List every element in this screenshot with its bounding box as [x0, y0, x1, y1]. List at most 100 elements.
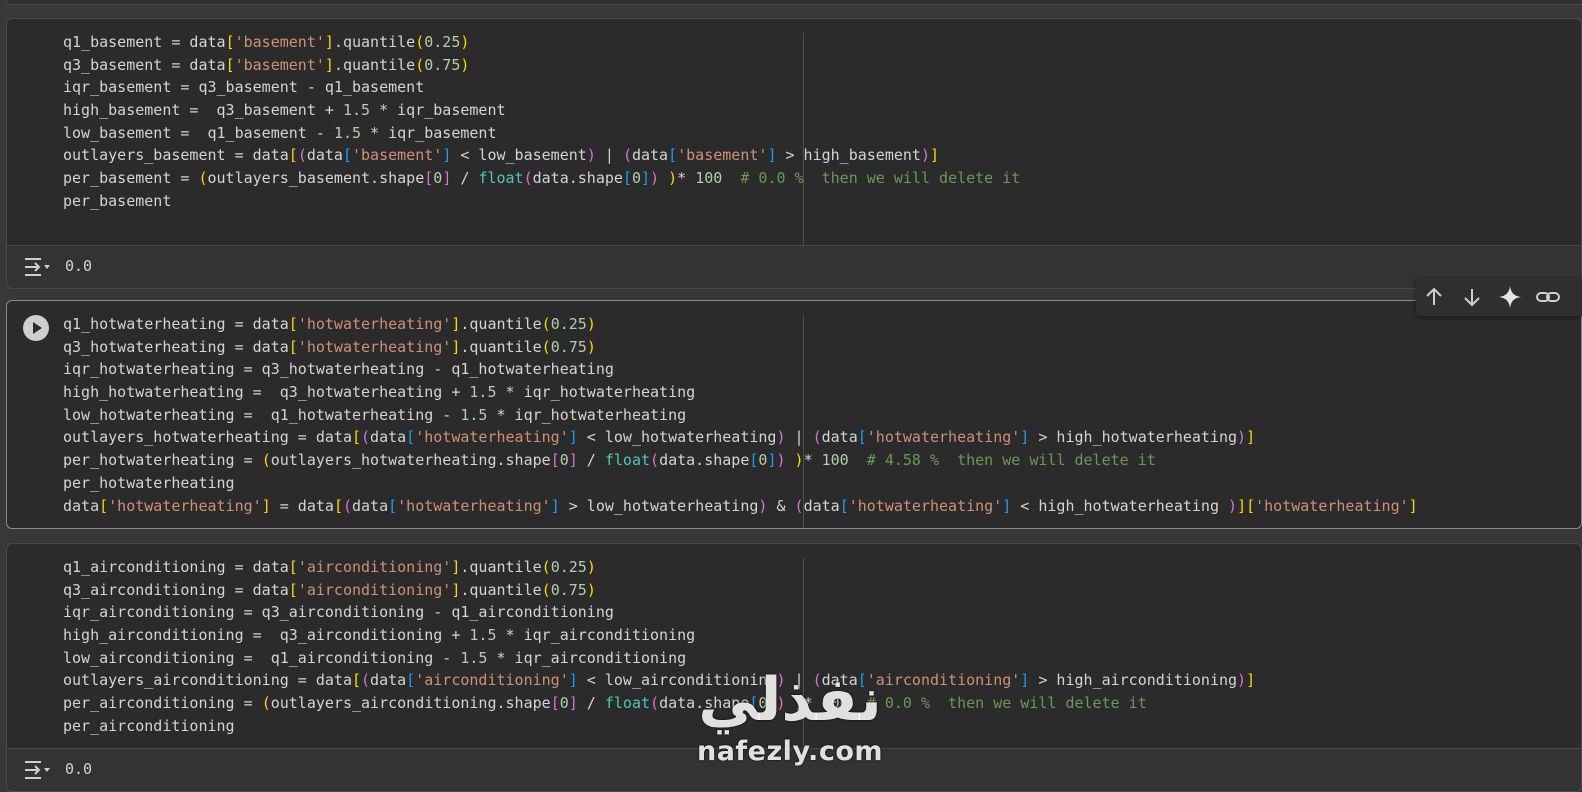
code-token: 'basement'	[234, 55, 325, 74]
code-token: q1_airconditioning = data	[63, 558, 289, 576]
code-token: high_airconditioning = q3_airconditionin…	[63, 626, 470, 645]
code-token: data	[821, 428, 858, 447]
code-token: ]	[442, 169, 452, 188]
arrow-up-icon[interactable]	[1420, 283, 1448, 311]
code-token: 100	[695, 169, 723, 188]
code-token: )	[1237, 671, 1247, 690]
code-token: ]	[324, 33, 334, 51]
code-token: (	[812, 428, 822, 447]
code-line: per_basement	[63, 190, 1581, 213]
code-token: 1.5	[460, 405, 488, 424]
code-token: )	[920, 146, 930, 165]
code-token: (	[261, 451, 271, 470]
code-token: 1.5	[460, 648, 488, 667]
code-token: 'hotwaterheating'	[108, 496, 262, 515]
code-line: outlayers_hotwaterheating = data[(data['…	[63, 426, 1581, 449]
code-token: [	[1246, 496, 1256, 515]
link-icon[interactable]	[1534, 283, 1562, 311]
code-token: iqr_airconditioning = q3_airconditioning…	[63, 603, 614, 622]
code-token: 1.5	[342, 101, 371, 120]
code-token: per_basement =	[63, 169, 199, 188]
code-line: high_airconditioning = q3_airconditionin…	[63, 624, 1581, 647]
code-cell-hotwaterheating[interactable]: q1_hotwaterheating = data['hotwaterheati…	[6, 300, 1582, 529]
code-token: 'hotwaterheating'	[297, 337, 452, 356]
code-token: data.shape	[532, 169, 623, 188]
code-token: .quantile	[460, 315, 542, 333]
code-token: low_basement = q1_basement -	[63, 123, 334, 142]
run-cell-button[interactable]	[23, 315, 49, 341]
watermark-url: nafezly.com	[696, 736, 884, 767]
code-token: < low_hotwaterheating	[577, 428, 777, 447]
code-token: 'airconditioning'	[297, 558, 452, 576]
code-token: .quantile	[333, 55, 416, 74]
code-token: 'hotwaterheating'	[848, 496, 1003, 515]
code-line: per_basement = (outlayers_basement.shape…	[63, 167, 1581, 190]
code-token: ]	[261, 496, 271, 515]
code-token: 'hotwaterheating'	[397, 496, 551, 515]
code-line: high_basement = q3_basement + 1.5 * iqr_…	[63, 99, 1581, 122]
code-token: .quantile	[460, 337, 542, 356]
code-token: /	[451, 169, 479, 188]
code-token: (	[342, 496, 352, 515]
code-editor[interactable]: q1_hotwaterheating = data['hotwaterheati…	[7, 301, 1581, 528]
code-token: .quantile	[460, 558, 542, 576]
sparkle-icon[interactable]	[1496, 283, 1524, 311]
code-token: (	[523, 169, 533, 188]
code-token: ]	[568, 428, 578, 447]
code-token: [	[288, 580, 298, 599]
watermark-logo: نفذلي nafezly.com	[690, 665, 890, 780]
output-toggle-icon[interactable]	[23, 256, 51, 278]
code-token: 'basement'	[234, 33, 325, 51]
code-token: * iqr_airconditioning	[496, 626, 696, 645]
code-token: ]	[641, 169, 651, 188]
arrow-down-icon[interactable]	[1458, 283, 1486, 311]
output-value: 0.0	[65, 257, 93, 275]
code-token: (	[361, 428, 371, 447]
code-line: q1_hotwaterheating = data['hotwaterheati…	[63, 313, 1581, 336]
code-token: 0	[559, 451, 569, 470]
code-token: low_hotwaterheating = q1_hotwaterheating…	[63, 405, 461, 424]
code-token: * iqr_hotwaterheating	[487, 405, 687, 424]
code-token: &	[767, 496, 795, 515]
code-token: q1_hotwaterheating = data	[63, 315, 289, 333]
code-token: |	[785, 428, 813, 447]
code-token: )	[586, 337, 596, 356]
code-token: data	[631, 146, 669, 165]
watermark-arabic: نفذلي	[698, 665, 882, 735]
code-token: ]	[1002, 496, 1012, 515]
code-token: per_airconditioning =	[63, 694, 262, 713]
code-token: 'basement'	[677, 146, 768, 165]
output-toggle-icon[interactable]	[23, 759, 51, 781]
code-token: (	[297, 146, 307, 165]
code-token: )	[1228, 496, 1238, 515]
code-token: (	[541, 558, 551, 576]
code-token: (	[415, 33, 425, 51]
code-token: outlayers_airconditioning = data	[63, 671, 352, 690]
code-line: q1_airconditioning = data['airconditioni…	[63, 556, 1581, 579]
code-token: [	[288, 315, 298, 333]
code-token: low_airconditioning = q1_airconditioning…	[63, 648, 461, 667]
code-token: [	[351, 671, 362, 690]
code-lines: q1_hotwaterheating = data['hotwaterheati…	[63, 313, 1581, 517]
code-token: 100	[821, 451, 849, 470]
code-token: [	[857, 428, 867, 447]
code-token: [	[424, 169, 434, 188]
code-token: data	[803, 496, 840, 515]
code-token: > low_hotwaterheating	[559, 496, 759, 515]
code-token: [	[406, 428, 416, 447]
code-token: [	[288, 337, 298, 356]
code-token: [	[225, 33, 235, 51]
code-token: high_basement = q3_basement +	[63, 101, 343, 120]
code-cell-basement[interactable]: q1_basement = data['basement'].quantile(…	[6, 18, 1582, 289]
code-token: *	[803, 451, 822, 470]
code-token: [	[388, 496, 398, 515]
code-editor[interactable]: q1_basement = data['basement'].quantile(…	[7, 19, 1581, 245]
previous-cell-edge	[6, 0, 1582, 5]
code-token: outlayers_basement = data	[63, 146, 289, 165]
code-line: low_basement = q1_basement - 1.5 * iqr_b…	[63, 122, 1581, 145]
code-token: )	[650, 169, 660, 188]
code-line: iqr_basement = q3_basement - q1_basement	[63, 76, 1581, 99]
code-token: (	[541, 337, 551, 356]
code-token: *	[677, 169, 696, 188]
